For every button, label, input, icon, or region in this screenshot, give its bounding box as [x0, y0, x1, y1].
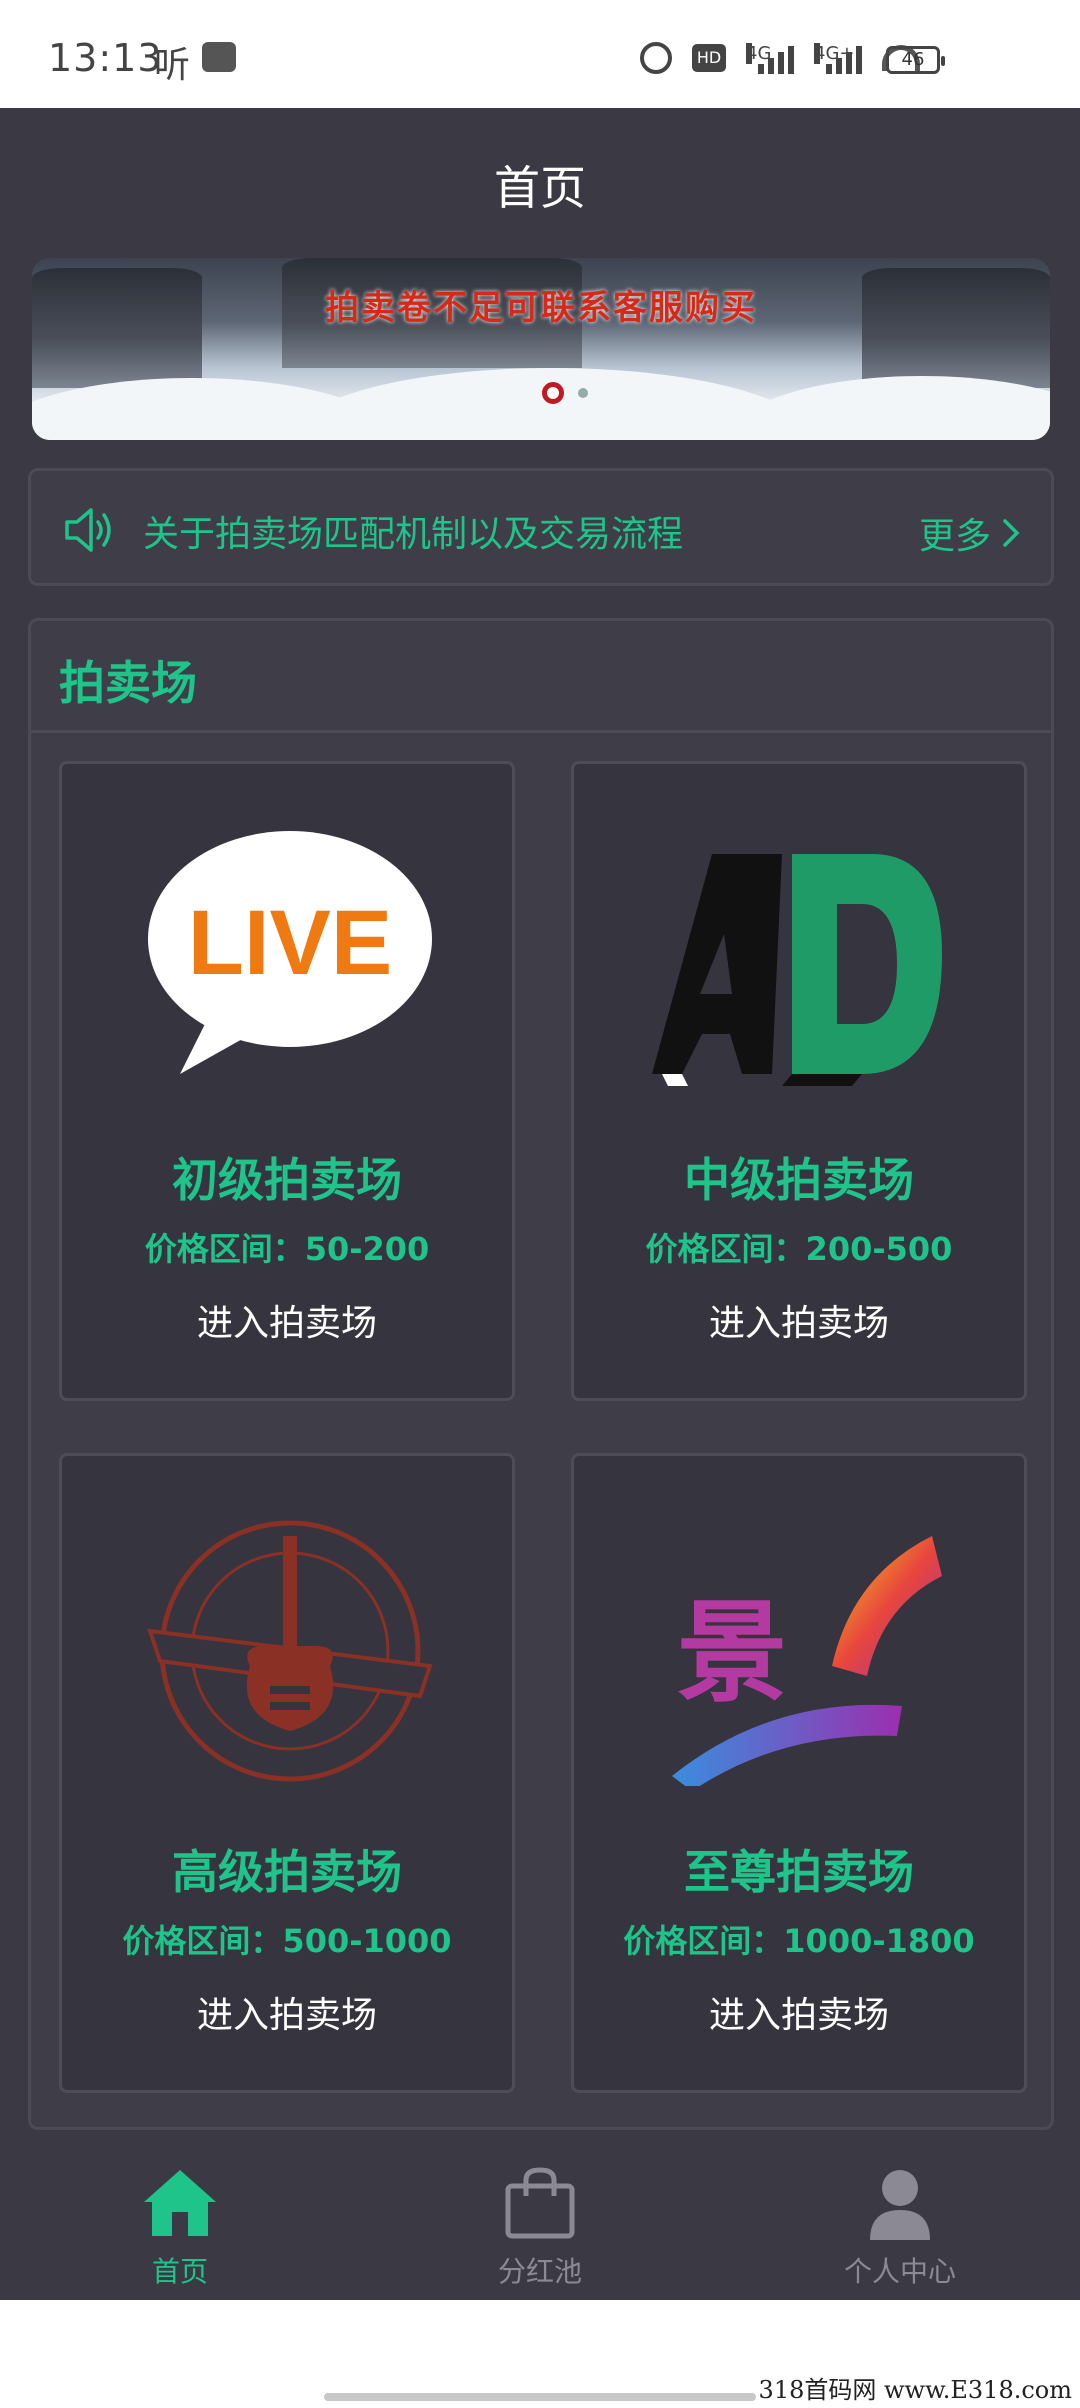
svg-text:LIVE: LIVE	[188, 892, 392, 994]
card-price: 价格区间：50-200	[144, 1230, 430, 1268]
film-logo-icon: 景	[672, 1536, 942, 1786]
speaker-icon	[65, 508, 111, 552]
listen-indicator: 听	[154, 45, 191, 86]
live-logo-icon: LIVE	[148, 831, 432, 1074]
card-title: 中级拍卖场	[684, 1153, 914, 1207]
banner-carousel[interactable]: 拍卖卷不足可联系客服购买	[32, 258, 1050, 440]
person-icon	[870, 2170, 930, 2240]
nav-item-home[interactable]: 首页	[60, 2166, 300, 2290]
more-link[interactable]: 更多	[919, 507, 1021, 559]
home-icon	[144, 2170, 216, 2236]
cloud-icon	[202, 42, 236, 72]
notice-text: 关于拍卖场匹配机制以及交易流程	[143, 514, 684, 555]
page-title: 首页	[494, 161, 586, 215]
music-studio-logo-icon	[147, 1520, 433, 1782]
enter-auction-button[interactable]: 进入拍卖场	[574, 1986, 1024, 2038]
card-title: 至尊拍卖场	[684, 1845, 914, 1899]
card-price: 价格区间：500-1000	[122, 1922, 452, 1960]
watermark: 318首码网 www.E318.com	[758, 2376, 1072, 2404]
enter-auction-button[interactable]: 进入拍卖场	[62, 1986, 512, 2038]
svg-text:景: 景	[677, 1589, 787, 1717]
signal-label: 4G	[746, 43, 772, 64]
nav-label: 分红池	[497, 2255, 582, 2288]
notice-bar[interactable]: 关于拍卖场匹配机制以及交易流程 更多	[28, 468, 1054, 586]
more-label: 更多	[918, 516, 991, 557]
status-bar: 13:13 听 HD 4G 4G+ 46	[0, 0, 1080, 108]
signal-icon-2: 4G+	[814, 42, 862, 74]
carousel-dot-active[interactable]	[542, 382, 564, 404]
section-header: 拍卖场	[31, 621, 1051, 733]
nav-item-profile[interactable]: 个人中心	[780, 2166, 1020, 2290]
home-indicator[interactable]	[324, 2393, 756, 2401]
auction-card-intermediate[interactable]: 中级拍卖场 价格区间：200-500 进入拍卖场	[571, 761, 1027, 1401]
banner-text: 拍卖卷不足可联系客服购买	[325, 288, 757, 328]
signal-icon: 4G	[746, 42, 794, 74]
cloud-shape	[732, 376, 1050, 440]
enter-auction-button[interactable]: 进入拍卖场	[62, 1294, 512, 1346]
nav-item-dividend-pool[interactable]: 分红池	[420, 2166, 660, 2290]
card-price: 价格区间：1000-1800	[623, 1922, 975, 1960]
card-title: 高级拍卖场	[172, 1845, 402, 1899]
chevron-right-icon	[1003, 519, 1020, 547]
card-title: 初级拍卖场	[172, 1153, 402, 1207]
battery-icon: 46	[886, 46, 945, 74]
auction-section: 拍卖场 LIVE 初级拍卖场 价格区间：50-200 进入拍卖场 中级拍卖场 价…	[28, 618, 1054, 2130]
signal-label-2: 4G+	[814, 43, 855, 64]
app-screen: 首页 拍卖卷不足可联系客服购买 关于拍卖场匹配机制以及交易流程 更多 拍卖场 L…	[0, 108, 1080, 2300]
nav-label: 个人中心	[843, 2255, 956, 2288]
auction-card-supreme[interactable]: 景 至尊拍卖场 价格区间：1000-1800 进入拍卖场	[571, 1453, 1027, 2093]
hd-icon: HD	[692, 44, 726, 72]
auction-card-beginner[interactable]: LIVE 初级拍卖场 价格区间：50-200 进入拍卖场	[59, 761, 515, 1401]
alarm-icon	[640, 42, 672, 74]
auction-card-advanced[interactable]: 高级拍卖场 价格区间：500-1000 进入拍卖场	[59, 1453, 515, 2093]
nav-label: 首页	[151, 2255, 208, 2288]
card-price: 价格区间：200-500	[645, 1230, 953, 1268]
bottom-nav: 首页 分红池 个人中心	[0, 2144, 1080, 2300]
bag-icon	[505, 2167, 575, 2239]
section-title: 拍卖场	[59, 656, 197, 710]
enter-auction-button[interactable]: 进入拍卖场	[574, 1294, 1024, 1346]
carousel-dots	[542, 382, 588, 404]
ad-logo-icon	[652, 854, 942, 1086]
carousel-dot[interactable]	[578, 388, 588, 398]
status-time: 13:13	[48, 36, 163, 80]
